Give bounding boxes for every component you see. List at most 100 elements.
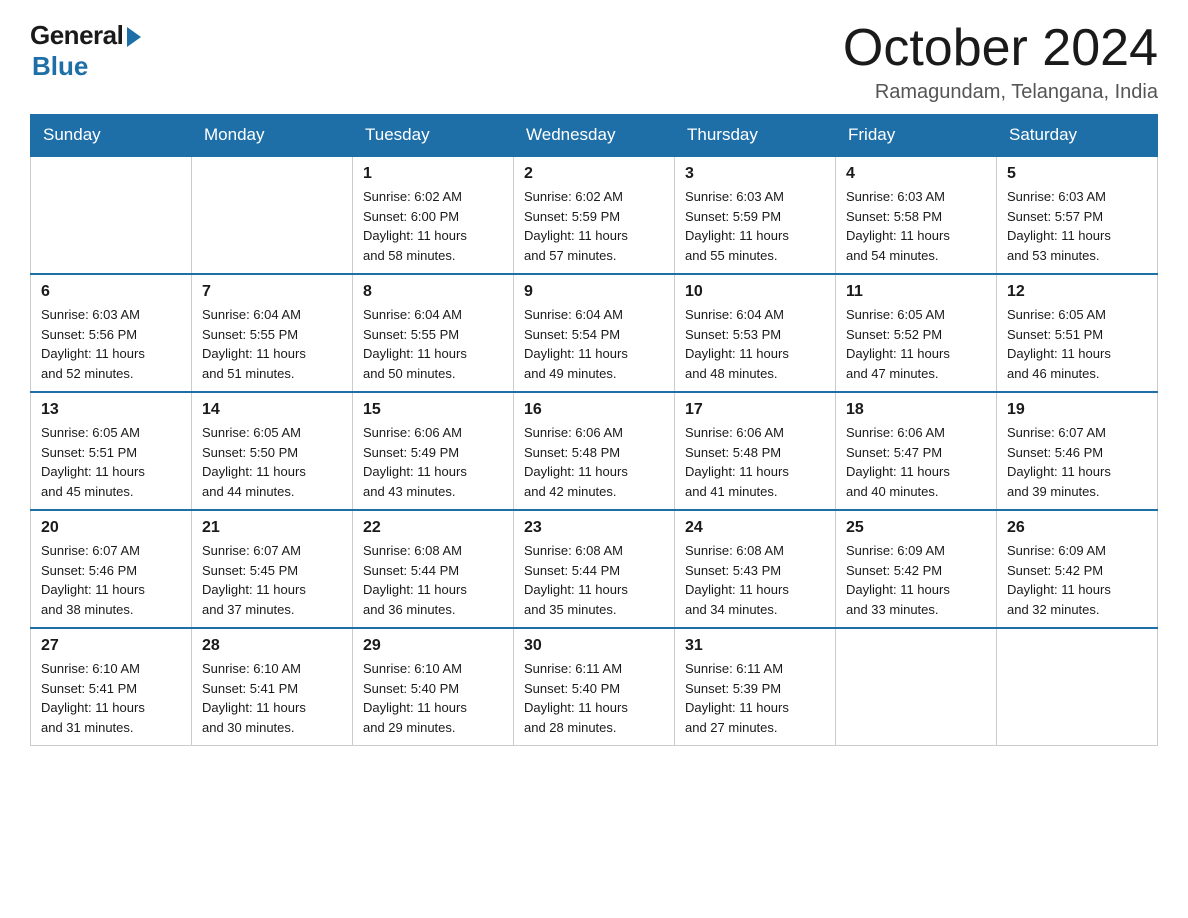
day-info: Sunrise: 6:09 AM Sunset: 5:42 PM Dayligh…	[1007, 541, 1147, 619]
day-info: Sunrise: 6:07 AM Sunset: 5:46 PM Dayligh…	[1007, 423, 1147, 501]
day-number: 13	[41, 401, 181, 419]
day-number: 7	[202, 283, 342, 301]
day-number: 10	[685, 283, 825, 301]
day-info: Sunrise: 6:04 AM Sunset: 5:54 PM Dayligh…	[524, 305, 664, 383]
day-number: 30	[524, 637, 664, 655]
calendar-cell: 14 Sunrise: 6:05 AM Sunset: 5:50 PM Dayli…	[192, 392, 353, 510]
day-number: 28	[202, 637, 342, 655]
calendar-cell: 13 Sunrise: 6:05 AM Sunset: 5:51 PM Dayli…	[31, 392, 192, 510]
calendar-cell: 31Sunrise: 6:11 AM Sunset: 5:39 PM Dayli…	[675, 628, 836, 746]
weekday-header-row: SundayMondayTuesdayWednesdayThursdayFrid…	[31, 115, 1158, 157]
day-info: Sunrise: 6:04 AM Sunset: 5:55 PM Dayligh…	[202, 305, 342, 383]
day-info: Sunrise: 6:06 AM Sunset: 5:48 PM Dayligh…	[685, 423, 825, 501]
day-number: 12	[1007, 283, 1147, 301]
calendar-cell: 23Sunrise: 6:08 AM Sunset: 5:44 PM Dayli…	[514, 510, 675, 628]
week-row-2: 6 Sunrise: 6:03 AM Sunset: 5:56 PM Daylig…	[31, 274, 1158, 392]
day-info: Sunrise: 6:03 AM Sunset: 5:57 PM Dayligh…	[1007, 187, 1147, 265]
page-header: General Blue October 2024 Ramagundam, Te…	[30, 20, 1158, 104]
day-number: 18	[846, 401, 986, 419]
day-number: 5	[1007, 165, 1147, 183]
day-number: 9	[524, 283, 664, 301]
weekday-header-tuesday: Tuesday	[353, 115, 514, 157]
day-number: 19	[1007, 401, 1147, 419]
calendar-cell: 26 Sunrise: 6:09 AM Sunset: 5:42 PM Dayli…	[997, 510, 1158, 628]
calendar-cell: 8 Sunrise: 6:04 AM Sunset: 5:55 PM Daylig…	[353, 274, 514, 392]
day-number: 16	[524, 401, 664, 419]
calendar-cell: 24 Sunrise: 6:08 AM Sunset: 5:43 PM Dayli…	[675, 510, 836, 628]
calendar-cell: 12Sunrise: 6:05 AM Sunset: 5:51 PM Dayli…	[997, 274, 1158, 392]
day-info: Sunrise: 6:10 AM Sunset: 5:41 PM Dayligh…	[41, 659, 181, 737]
logo-blue: Blue	[32, 51, 141, 82]
calendar-cell: 16 Sunrise: 6:06 AM Sunset: 5:48 PM Dayli…	[514, 392, 675, 510]
calendar-cell: 18 Sunrise: 6:06 AM Sunset: 5:47 PM Dayli…	[836, 392, 997, 510]
logo: General Blue	[30, 20, 141, 82]
day-number: 11	[846, 283, 986, 301]
logo-arrow-icon	[127, 27, 141, 47]
day-number: 15	[363, 401, 503, 419]
day-info: Sunrise: 6:03 AM Sunset: 5:56 PM Dayligh…	[41, 305, 181, 383]
day-number: 14	[202, 401, 342, 419]
day-number: 17	[685, 401, 825, 419]
day-number: 6	[41, 283, 181, 301]
day-info: Sunrise: 6:02 AM Sunset: 6:00 PM Dayligh…	[363, 187, 503, 265]
calendar-cell: 1 Sunrise: 6:02 AM Sunset: 6:00 PM Daylig…	[353, 156, 514, 274]
day-info: Sunrise: 6:07 AM Sunset: 5:45 PM Dayligh…	[202, 541, 342, 619]
day-info: Sunrise: 6:05 AM Sunset: 5:51 PM Dayligh…	[41, 423, 181, 501]
day-number: 22	[363, 519, 503, 537]
day-info: Sunrise: 6:10 AM Sunset: 5:40 PM Dayligh…	[363, 659, 503, 737]
day-number: 2	[524, 165, 664, 183]
calendar-cell: 27Sunrise: 6:10 AM Sunset: 5:41 PM Dayli…	[31, 628, 192, 746]
calendar-cell	[31, 156, 192, 274]
day-info: Sunrise: 6:11 AM Sunset: 5:39 PM Dayligh…	[685, 659, 825, 737]
day-number: 25	[846, 519, 986, 537]
day-number: 20	[41, 519, 181, 537]
calendar-cell: 15 Sunrise: 6:06 AM Sunset: 5:49 PM Dayli…	[353, 392, 514, 510]
calendar-cell: 28 Sunrise: 6:10 AM Sunset: 5:41 PM Dayli…	[192, 628, 353, 746]
day-info: Sunrise: 6:07 AM Sunset: 5:46 PM Dayligh…	[41, 541, 181, 619]
calendar-cell: 19 Sunrise: 6:07 AM Sunset: 5:46 PM Dayli…	[997, 392, 1158, 510]
logo-general: General	[30, 20, 123, 51]
day-info: Sunrise: 6:08 AM Sunset: 5:44 PM Dayligh…	[524, 541, 664, 619]
calendar-cell: 2 Sunrise: 6:02 AM Sunset: 5:59 PM Daylig…	[514, 156, 675, 274]
day-number: 8	[363, 283, 503, 301]
calendar-cell: 5 Sunrise: 6:03 AM Sunset: 5:57 PM Daylig…	[997, 156, 1158, 274]
day-info: Sunrise: 6:09 AM Sunset: 5:42 PM Dayligh…	[846, 541, 986, 619]
weekday-header-wednesday: Wednesday	[514, 115, 675, 157]
day-info: Sunrise: 6:10 AM Sunset: 5:41 PM Dayligh…	[202, 659, 342, 737]
day-info: Sunrise: 6:06 AM Sunset: 5:47 PM Dayligh…	[846, 423, 986, 501]
day-info: Sunrise: 6:06 AM Sunset: 5:48 PM Dayligh…	[524, 423, 664, 501]
day-info: Sunrise: 6:03 AM Sunset: 5:58 PM Dayligh…	[846, 187, 986, 265]
weekday-header-sunday: Sunday	[31, 115, 192, 157]
calendar-cell: 17 Sunrise: 6:06 AM Sunset: 5:48 PM Dayli…	[675, 392, 836, 510]
weekday-header-saturday: Saturday	[997, 115, 1158, 157]
subtitle: Ramagundam, Telangana, India	[843, 81, 1158, 104]
calendar-cell: 20 Sunrise: 6:07 AM Sunset: 5:46 PM Dayli…	[31, 510, 192, 628]
weekday-header-friday: Friday	[836, 115, 997, 157]
day-number: 1	[363, 165, 503, 183]
day-info: Sunrise: 6:03 AM Sunset: 5:59 PM Dayligh…	[685, 187, 825, 265]
calendar-cell: 11Sunrise: 6:05 AM Sunset: 5:52 PM Dayli…	[836, 274, 997, 392]
calendar-cell: 7 Sunrise: 6:04 AM Sunset: 5:55 PM Daylig…	[192, 274, 353, 392]
title-section: October 2024 Ramagundam, Telangana, Indi…	[843, 20, 1158, 104]
day-number: 29	[363, 637, 503, 655]
calendar-cell: 29 Sunrise: 6:10 AM Sunset: 5:40 PM Dayli…	[353, 628, 514, 746]
day-number: 26	[1007, 519, 1147, 537]
day-info: Sunrise: 6:02 AM Sunset: 5:59 PM Dayligh…	[524, 187, 664, 265]
week-row-5: 27Sunrise: 6:10 AM Sunset: 5:41 PM Dayli…	[31, 628, 1158, 746]
calendar-cell: 10Sunrise: 6:04 AM Sunset: 5:53 PM Dayli…	[675, 274, 836, 392]
day-info: Sunrise: 6:08 AM Sunset: 5:43 PM Dayligh…	[685, 541, 825, 619]
day-info: Sunrise: 6:06 AM Sunset: 5:49 PM Dayligh…	[363, 423, 503, 501]
day-number: 24	[685, 519, 825, 537]
page-title: October 2024	[843, 20, 1158, 77]
calendar-cell: 22Sunrise: 6:08 AM Sunset: 5:44 PM Dayli…	[353, 510, 514, 628]
calendar-table: SundayMondayTuesdayWednesdayThursdayFrid…	[30, 114, 1158, 746]
calendar-cell: 30Sunrise: 6:11 AM Sunset: 5:40 PM Dayli…	[514, 628, 675, 746]
week-row-3: 13 Sunrise: 6:05 AM Sunset: 5:51 PM Dayli…	[31, 392, 1158, 510]
week-row-1: 1 Sunrise: 6:02 AM Sunset: 6:00 PM Daylig…	[31, 156, 1158, 274]
calendar-cell	[997, 628, 1158, 746]
day-info: Sunrise: 6:04 AM Sunset: 5:55 PM Dayligh…	[363, 305, 503, 383]
day-number: 21	[202, 519, 342, 537]
day-info: Sunrise: 6:05 AM Sunset: 5:50 PM Dayligh…	[202, 423, 342, 501]
weekday-header-thursday: Thursday	[675, 115, 836, 157]
calendar-cell: 6 Sunrise: 6:03 AM Sunset: 5:56 PM Daylig…	[31, 274, 192, 392]
